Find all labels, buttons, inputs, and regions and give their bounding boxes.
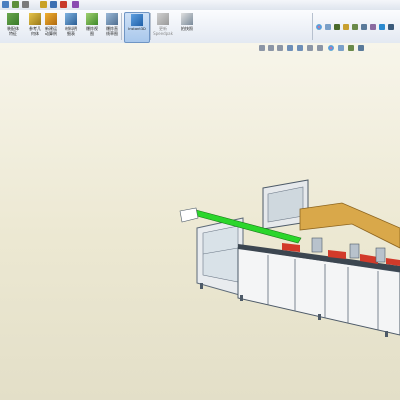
assembly-model[interactable] [0,0,400,400]
